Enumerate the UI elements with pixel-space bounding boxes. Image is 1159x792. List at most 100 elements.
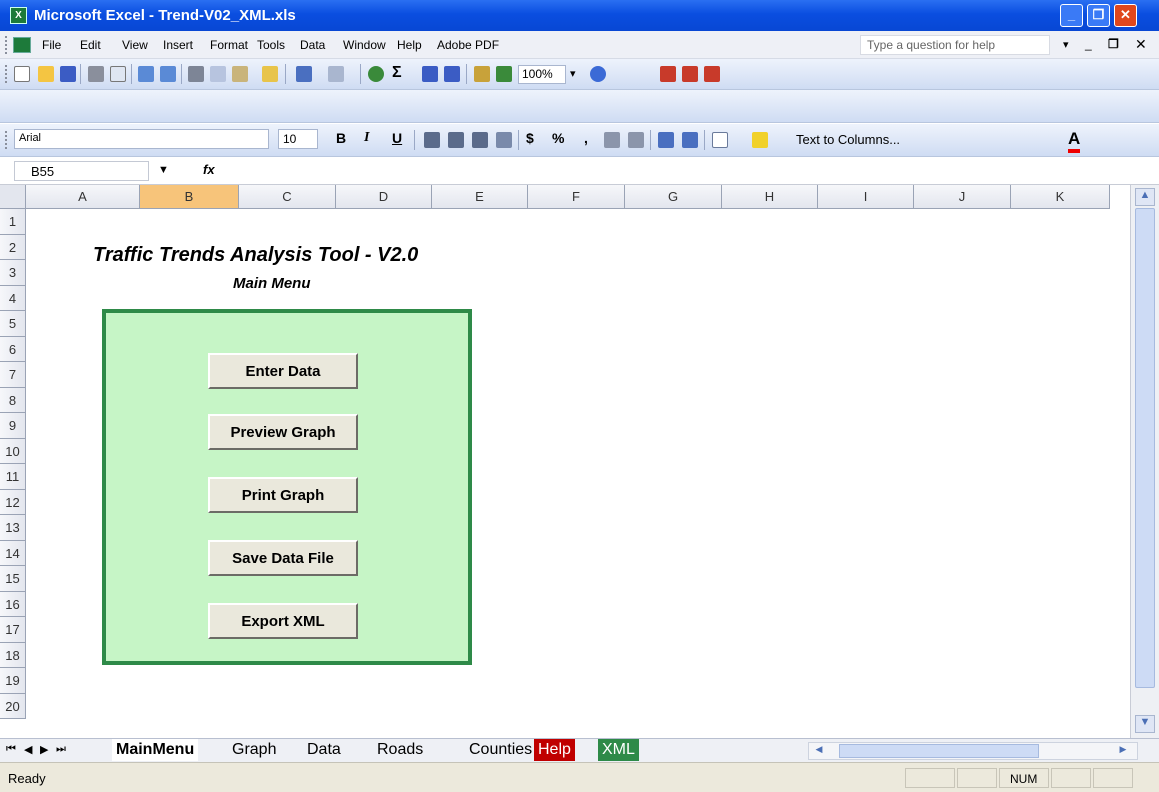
next-sheet-icon[interactable]: ▶ (40, 743, 48, 756)
sheet-tab-data[interactable]: Data (303, 739, 345, 761)
menu-window[interactable]: Window (343, 38, 386, 52)
undo-icon[interactable] (296, 66, 312, 82)
hyperlink-icon[interactable] (368, 66, 384, 82)
column-header-d[interactable]: D (336, 185, 432, 209)
save-data-file-button[interactable]: Save Data File (208, 540, 358, 576)
hscroll-thumb[interactable] (839, 744, 1039, 758)
copy-icon[interactable] (210, 66, 226, 82)
row-header-6[interactable]: 6 (0, 336, 26, 362)
align-left-icon[interactable] (424, 132, 440, 148)
formula-input[interactable] (230, 161, 1130, 181)
row-header-10[interactable]: 10 (0, 438, 26, 464)
percent-button[interactable]: % (552, 130, 564, 146)
paste-icon[interactable] (232, 66, 248, 82)
column-header-f[interactable]: F (528, 185, 625, 209)
menu-help[interactable]: Help (397, 38, 422, 52)
column-header-a[interactable]: A (26, 185, 140, 209)
redo-icon[interactable] (328, 66, 344, 82)
column-header-c[interactable]: C (239, 185, 336, 209)
underline-button[interactable]: U (392, 130, 402, 146)
enter-data-button[interactable]: Enter Data (208, 353, 358, 389)
last-sheet-icon[interactable]: ⏭ (56, 743, 66, 756)
autosum-icon[interactable]: Σ (392, 64, 402, 82)
sheet-tab-help[interactable]: Help (534, 739, 575, 761)
menu-insert[interactable]: Insert (163, 38, 193, 52)
fill-color-icon[interactable] (752, 132, 768, 148)
row-header-8[interactable]: 8 (0, 387, 26, 413)
pdf-email-icon[interactable] (682, 66, 698, 82)
scroll-right-icon[interactable]: ▶ (1115, 744, 1131, 758)
vertical-scrollbar[interactable]: ▲ ▼ (1130, 185, 1159, 738)
chart-wizard-icon[interactable] (474, 66, 490, 82)
row-header-18[interactable]: 18 (0, 642, 26, 668)
first-sheet-icon[interactable]: ⏮ (6, 743, 16, 756)
font-size-select[interactable]: 10 (278, 129, 318, 149)
restore-icon[interactable]: ❐ (1087, 4, 1110, 27)
select-all-corner[interactable] (0, 185, 26, 209)
menu-file[interactable]: File (42, 38, 61, 52)
name-box-dropdown-icon[interactable]: ▼ (158, 164, 169, 176)
toolbar-grip[interactable] (5, 36, 8, 54)
column-header-j[interactable]: J (914, 185, 1011, 209)
pdf-convert-icon[interactable] (660, 66, 676, 82)
sheet-tab-counties[interactable]: Counties (465, 739, 536, 761)
export-xml-button[interactable]: Export XML (208, 603, 358, 639)
column-header-k[interactable]: K (1011, 185, 1110, 209)
sheet-tab-mainmenu[interactable]: MainMenu (112, 739, 199, 761)
row-header-13[interactable]: 13 (0, 515, 26, 541)
font-color-button[interactable]: A (1068, 129, 1081, 153)
cut-icon[interactable] (188, 66, 204, 82)
text-to-columns-button[interactable]: Text to Columns... (796, 132, 900, 147)
excel-app-icon[interactable]: X (10, 7, 27, 24)
research-icon[interactable] (160, 66, 176, 82)
spelling-icon[interactable] (138, 66, 154, 82)
menu-edit[interactable]: Edit (80, 38, 101, 52)
row-header-15[interactable]: 15 (0, 566, 26, 592)
preview-graph-button[interactable]: Preview Graph (208, 414, 358, 450)
row-header-4[interactable]: 4 (0, 285, 26, 311)
scroll-left-icon[interactable]: ◀ (811, 744, 827, 758)
minimize-icon[interactable]: _ (1060, 4, 1083, 27)
row-header-16[interactable]: 16 (0, 591, 26, 617)
drawing-icon[interactable] (496, 66, 512, 82)
row-header-1[interactable]: 1 (0, 209, 26, 235)
print-preview-icon[interactable] (110, 66, 126, 82)
decrease-decimal-icon[interactable] (628, 132, 644, 148)
new-document-icon[interactable] (14, 66, 30, 82)
row-header-17[interactable]: 17 (0, 617, 26, 643)
sort-ascending-icon[interactable] (422, 66, 438, 82)
menu-tools[interactable]: Tools (257, 38, 285, 52)
print-graph-button[interactable]: Print Graph (208, 477, 358, 513)
insert-function-icon[interactable]: fx (203, 162, 215, 177)
row-header-20[interactable]: 20 (0, 693, 26, 719)
column-header-b[interactable]: B (140, 185, 239, 209)
row-header-3[interactable]: 3 (0, 260, 26, 286)
scroll-up-icon[interactable]: ▲ (1135, 188, 1155, 206)
help-dropdown-icon[interactable]: ▾ (1063, 38, 1069, 51)
doc-minimize-icon[interactable]: _ (1085, 37, 1092, 51)
sheet-tab-roads[interactable]: Roads (373, 739, 427, 761)
bold-button[interactable]: B (336, 130, 346, 146)
merge-center-icon[interactable] (496, 132, 512, 148)
horizontal-scrollbar[interactable]: ◀ ▶ (808, 742, 1138, 760)
help-question-input[interactable]: Type a question for help (860, 35, 1050, 55)
column-header-e[interactable]: E (432, 185, 528, 209)
toolbar-grip[interactable] (5, 65, 8, 83)
row-header-12[interactable]: 12 (0, 489, 26, 515)
increase-indent-icon[interactable] (682, 132, 698, 148)
row-header-7[interactable]: 7 (0, 362, 26, 388)
menu-format[interactable]: Format (210, 38, 248, 52)
workbook-icon[interactable] (13, 37, 31, 53)
doc-restore-icon[interactable]: ❐ (1108, 37, 1119, 51)
column-header-g[interactable]: G (625, 185, 722, 209)
font-name-select[interactable]: Arial (14, 129, 269, 149)
currency-button[interactable]: $ (526, 130, 534, 146)
close-icon[interactable]: ✕ (1114, 4, 1137, 27)
sort-descending-icon[interactable] (444, 66, 460, 82)
row-header-5[interactable]: 5 (0, 311, 26, 337)
zoom-dropdown-icon[interactable]: ▾ (570, 67, 576, 80)
scroll-thumb[interactable] (1135, 208, 1155, 688)
sheet-tab-xml[interactable]: XML (598, 739, 639, 761)
column-header-i[interactable]: I (818, 185, 914, 209)
row-header-9[interactable]: 9 (0, 413, 26, 439)
